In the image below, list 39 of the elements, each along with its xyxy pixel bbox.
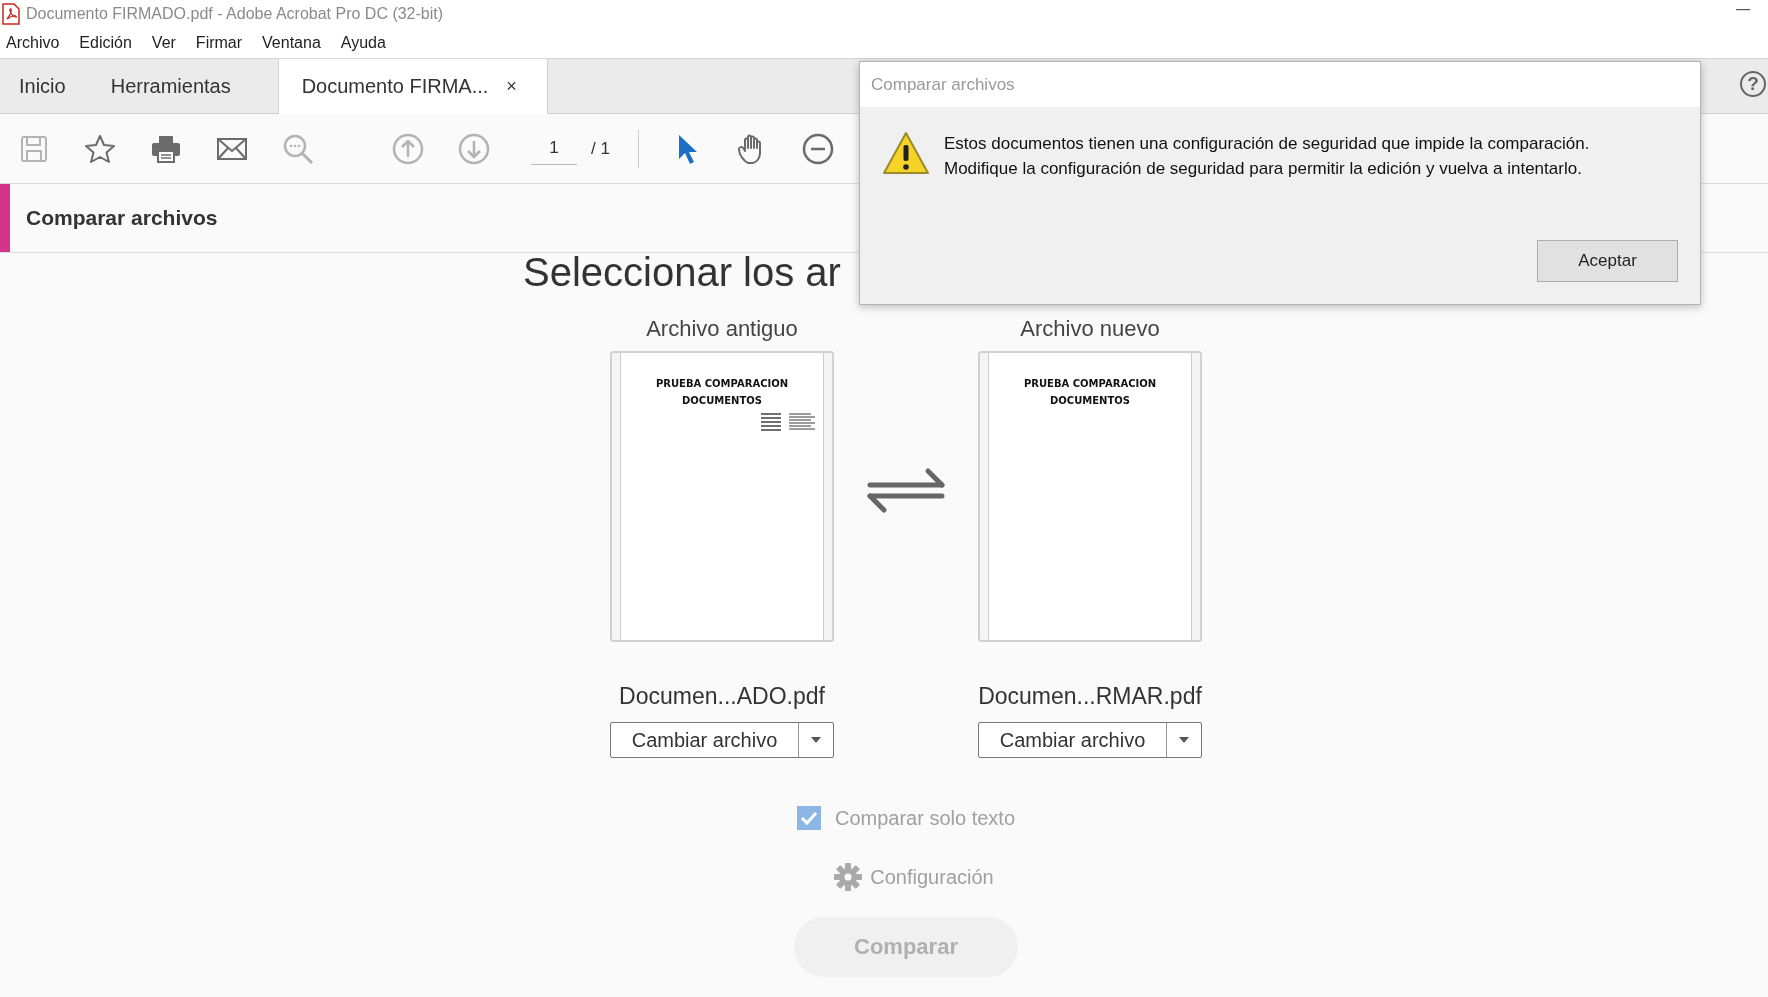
file-name: Documen...RMAR.pdf [978, 683, 1202, 710]
tab[interactable]: Herramientas [91, 59, 257, 113]
tab[interactable]: Documento FIRMA... × [277, 59, 548, 114]
checkbox-label: Comparar solo texto [834, 806, 1016, 830]
document-thumbnail[interactable]: PRUEBA COMPARACION DOCUMENTOS [610, 351, 834, 642]
menu-item[interactable]: Ventana [262, 34, 331, 52]
menu-item[interactable]: Edición [79, 34, 142, 52]
window-title: Documento FIRMADO.pdf - Adobe Acrobat Pro DC (32-bit) [26, 5, 444, 23]
panel-accent-bar [0, 184, 10, 252]
menu-item[interactable]: Ver [151, 34, 186, 52]
page-count: / 1 [591, 138, 610, 159]
caret-icon [1179, 737, 1189, 743]
document-title: PRUEBA COMPARACION DOCUMENTOS [654, 377, 790, 408]
close-icon[interactable]: × [506, 76, 517, 97]
swap-arrows-icon[interactable] [866, 467, 946, 513]
dialog-title: Comparar archivos [871, 74, 1015, 95]
star-icon[interactable] [84, 132, 116, 165]
signature-drawing [761, 412, 817, 432]
menu-item[interactable]: Firmar [195, 34, 253, 52]
column-label: Archivo nuevo [1020, 315, 1160, 343]
accept-button[interactable]: Aceptar [1537, 240, 1678, 282]
tab[interactable]: Inicio [0, 59, 92, 113]
minimize-icon[interactable] [1736, 9, 1750, 11]
document-thumbnail[interactable]: PRUEBA COMPARACION DOCUMENTOS [978, 351, 1202, 642]
file-name: Documen...ADO.pdf [619, 683, 825, 710]
help-button[interactable]: ? [1740, 71, 1766, 97]
dialog-message: Modifique la configuración de seguridad para permitir la edición y vuelva a intentarlo. [944, 158, 1583, 180]
dialog-message: Estos documentos tienen una configuración de seguridad que impide la comparación. [944, 133, 1590, 155]
menu-item[interactable]: Ayuda [340, 34, 396, 52]
page-number-field[interactable]: 1 [531, 132, 577, 165]
caret-icon [811, 737, 821, 743]
warning-icon [882, 131, 930, 175]
panel-title: Comparar archivos [26, 206, 218, 230]
page-heading: Seleccionar los ar [523, 253, 841, 294]
checkbox[interactable] [796, 806, 821, 830]
column-label: Archivo antiguo [646, 315, 798, 343]
zoom-out-icon[interactable] [801, 132, 834, 165]
document-title: PRUEBA COMPARACION DOCUMENTOS [1022, 377, 1158, 408]
menu-item[interactable]: Archivo [6, 34, 70, 52]
